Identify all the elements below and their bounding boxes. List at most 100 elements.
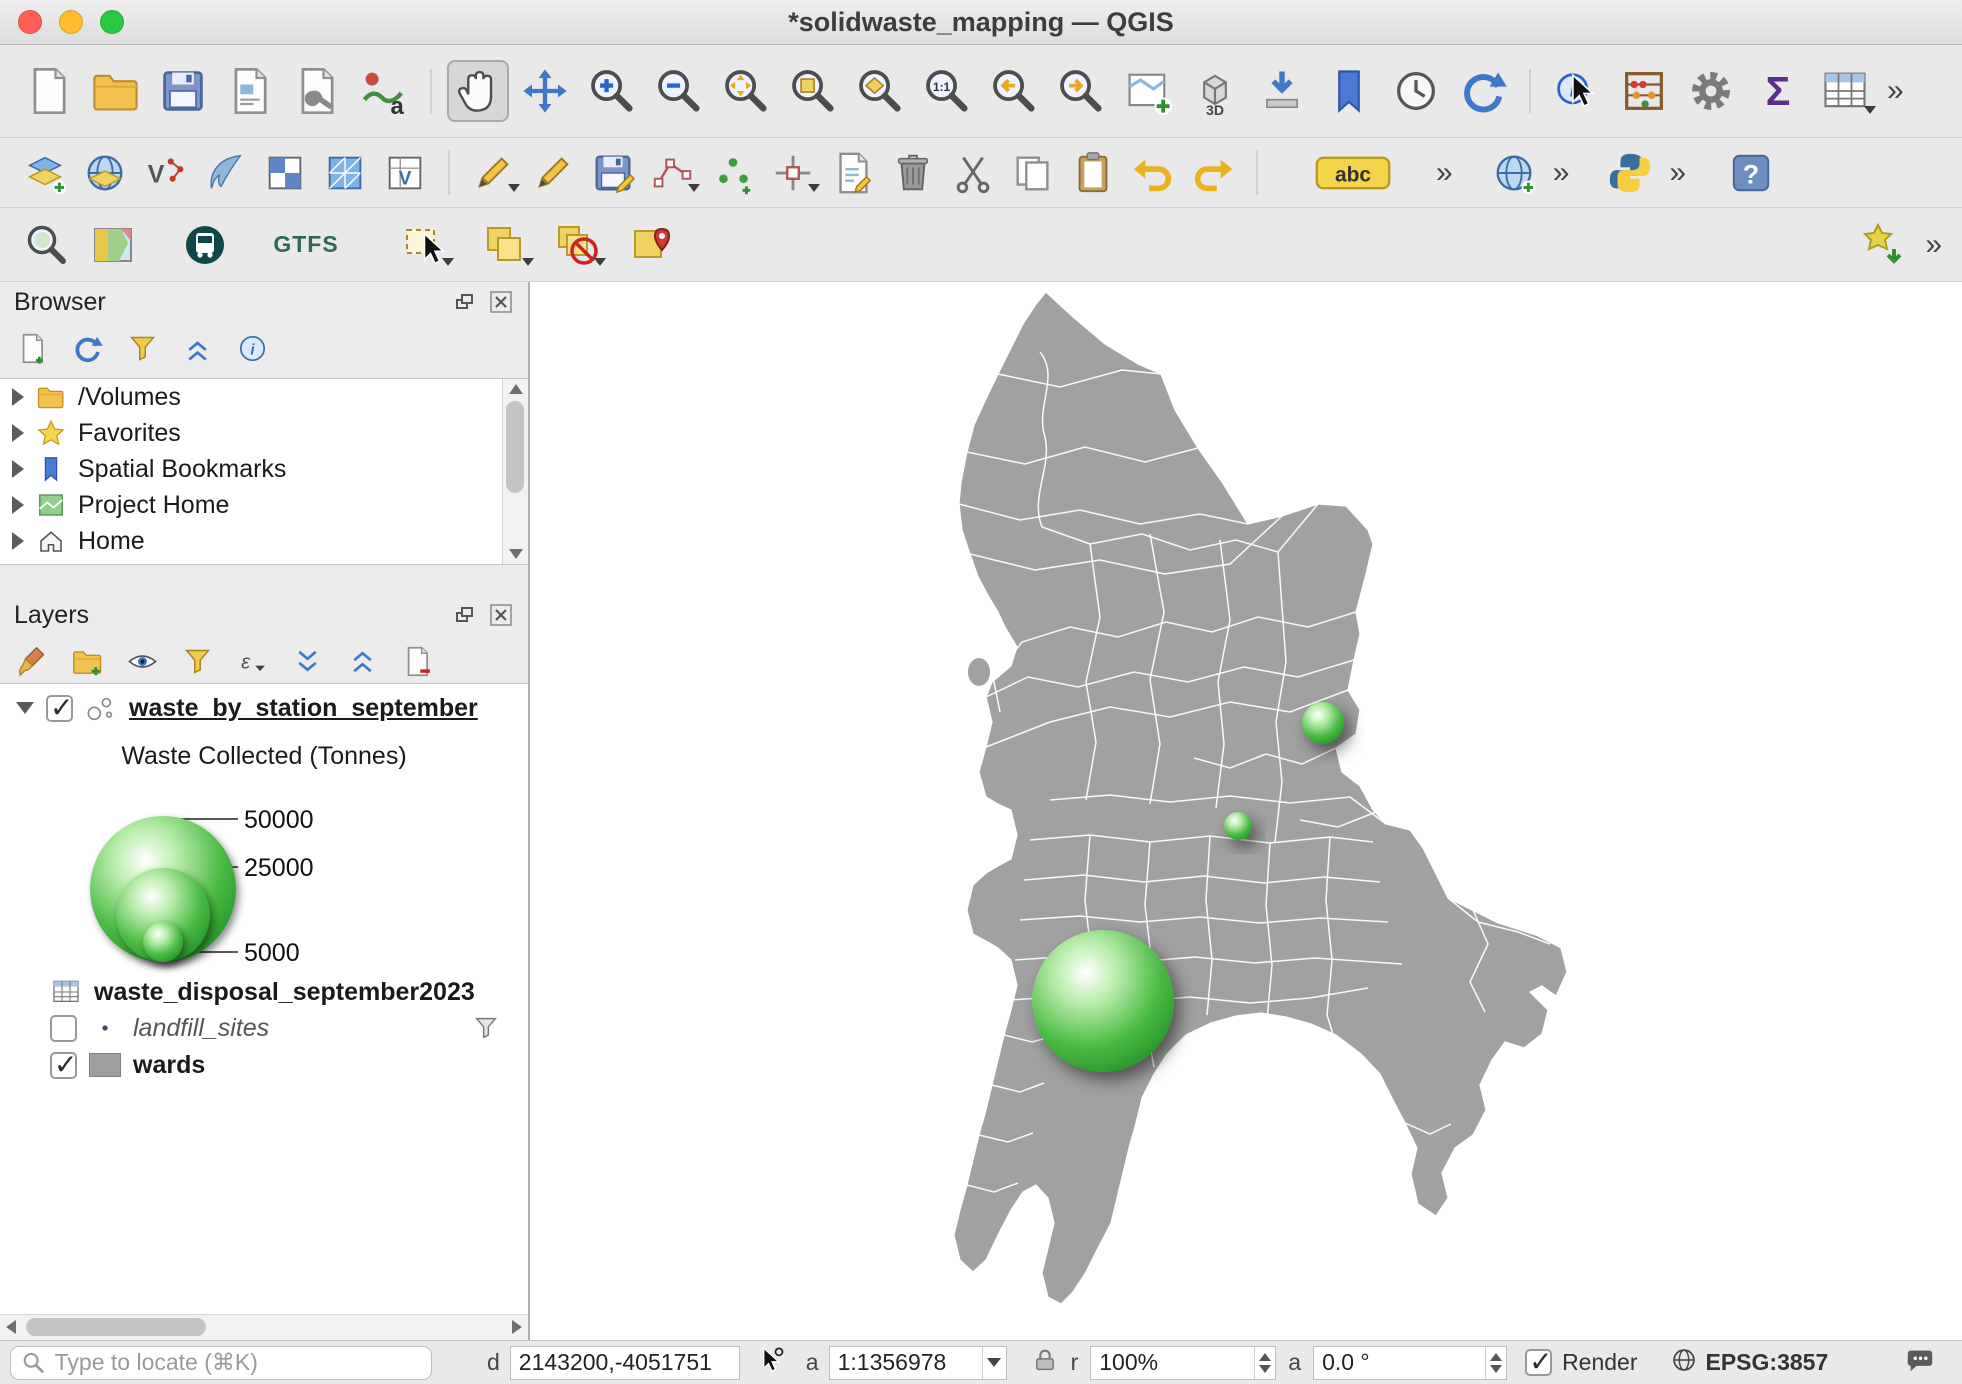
spin-down-icon[interactable] [1490,1365,1502,1373]
temporal-controller-button[interactable] [1251,60,1313,122]
browser-add-layer-button[interactable] [16,332,49,365]
lock-scale-icon[interactable] [1031,1346,1059,1380]
minimize-window-button[interactable] [59,10,83,34]
expand-arrow-icon[interactable] [12,532,24,550]
float-panel-button[interactable] [452,602,478,628]
attribute-table-button[interactable] [1814,60,1876,122]
save-layer-edits-button[interactable] [586,146,640,200]
filter-legend-button[interactable] [181,645,214,678]
add-raster-layer-button[interactable] [258,146,312,200]
locate-input[interactable] [55,1349,421,1376]
waste-symbol-southwest[interactable] [1032,930,1174,1072]
layer-filter-indicator-icon[interactable] [472,1014,500,1042]
layer-item-waste-disposal-table[interactable]: waste_disposal_september2023 [0,972,528,1012]
zoom-full-button[interactable] [715,60,777,122]
layer-item-waste-by-station[interactable]: waste_by_station_september [0,688,528,728]
show-statistics-button[interactable]: Σ [1747,60,1809,122]
zoom-last-button[interactable] [983,60,1045,122]
layer-styling-button[interactable] [16,645,49,678]
waste-symbol-northeast[interactable] [1302,702,1344,744]
coordinate-input[interactable] [511,1349,739,1376]
select-features-button[interactable] [396,216,454,274]
new-project-button[interactable] [18,60,80,122]
pan-map-button[interactable] [447,60,509,122]
scroll-down-arrow-icon[interactable] [509,549,523,559]
search-plugin-button[interactable] [18,216,76,274]
cursor-position-icon[interactable] [758,1346,786,1380]
scale-box[interactable] [829,1346,1007,1380]
browser-item-home[interactable]: Home [0,523,528,559]
magnifier-box[interactable] [1090,1346,1276,1380]
scrollbar-thumb[interactable] [26,1318,206,1336]
statistical-summary-button[interactable] [1613,60,1675,122]
collapse-arrow-icon[interactable] [16,702,34,714]
rotation-input[interactable] [1314,1349,1485,1376]
digitize-tool-button[interactable] [646,146,700,200]
scroll-up-arrow-icon[interactable] [509,384,523,394]
add-feature-button[interactable] [706,146,760,200]
magnifier-input[interactable] [1091,1349,1254,1376]
add-mesh-layer-button[interactable] [318,146,372,200]
browser-vertical-scrollbar[interactable] [502,379,528,564]
python-console-button[interactable] [1603,146,1657,200]
browser-refresh-button[interactable] [71,332,104,365]
browser-item-spatial-bookmarks[interactable]: Spatial Bookmarks [0,451,528,487]
plugin-download-button[interactable] [1853,216,1911,274]
help-button[interactable]: ? [1724,146,1778,200]
spatial-bookmarks-button[interactable] [1318,60,1380,122]
manage-map-themes-button[interactable] [126,645,159,678]
layer-item-landfill-sites[interactable]: landfill_sites [0,1008,528,1048]
paste-features-button[interactable] [1066,146,1120,200]
redo-button[interactable] [1186,146,1240,200]
labeling-button[interactable]: abc [1310,146,1396,200]
zoom-out-button[interactable] [648,60,710,122]
remove-layer-button[interactable] [401,645,434,678]
vertex-tool-button[interactable] [766,146,820,200]
undo-button[interactable] [1126,146,1180,200]
pan-to-selection-button[interactable] [514,60,576,122]
expand-arrow-icon[interactable] [12,460,24,478]
zoom-to-selection-button[interactable] [782,60,844,122]
spin-up-icon[interactable] [1259,1353,1271,1361]
add-web-layer-button[interactable] [78,146,132,200]
locate-search-box[interactable] [10,1346,432,1380]
data-source-manager-button[interactable] [18,146,72,200]
waste-symbol-central[interactable] [1224,812,1252,840]
copy-features-button[interactable] [1006,146,1060,200]
close-window-button[interactable] [18,10,42,34]
scale-input[interactable] [830,1349,982,1376]
delete-selected-button[interactable] [886,146,940,200]
add-vector-layer-button[interactable]: V [138,146,192,200]
toolbar-overflow-chevron[interactable]: » [1881,74,1910,108]
scroll-right-arrow-icon[interactable] [512,1320,522,1334]
zoom-window-button[interactable] [100,10,124,34]
transit-plugin-button[interactable] [176,216,234,274]
modify-attributes-button[interactable] [826,146,880,200]
layer-visibility-checkbox[interactable] [50,1052,77,1079]
metasearch-button[interactable] [1487,146,1541,200]
map-canvas[interactable] [530,282,1962,1340]
scrollbar-thumb[interactable] [506,401,524,493]
rotation-box[interactable] [1313,1346,1507,1380]
collapse-all-button[interactable] [346,645,379,678]
zoom-to-layer-button[interactable] [849,60,911,122]
options-button[interactable] [1680,60,1742,122]
select-by-location-button[interactable] [624,216,682,274]
spin-down-icon[interactable] [1259,1365,1271,1373]
zoom-next-button[interactable] [1050,60,1112,122]
browser-item-project-home[interactable]: Project Home [0,487,528,523]
layout-manager-button[interactable] [286,60,348,122]
browser-item-favorites[interactable]: Favorites [0,415,528,451]
crs-status[interactable]: EPSG:3857 [1706,1349,1829,1376]
toggle-editing-button[interactable] [526,146,580,200]
open-project-button[interactable] [85,60,147,122]
new-shapefile-layer-button[interactable] [198,146,252,200]
coordinate-box[interactable] [510,1346,740,1380]
add-group-button[interactable] [71,645,104,678]
close-panel-button[interactable] [488,289,514,315]
crs-globe-icon[interactable] [1670,1346,1698,1380]
toolbar-overflow-chevron[interactable]: » [1547,156,1576,190]
browser-item-partial[interactable] [0,559,528,565]
close-panel-button[interactable] [488,602,514,628]
refresh-map-button[interactable] [1452,60,1514,122]
